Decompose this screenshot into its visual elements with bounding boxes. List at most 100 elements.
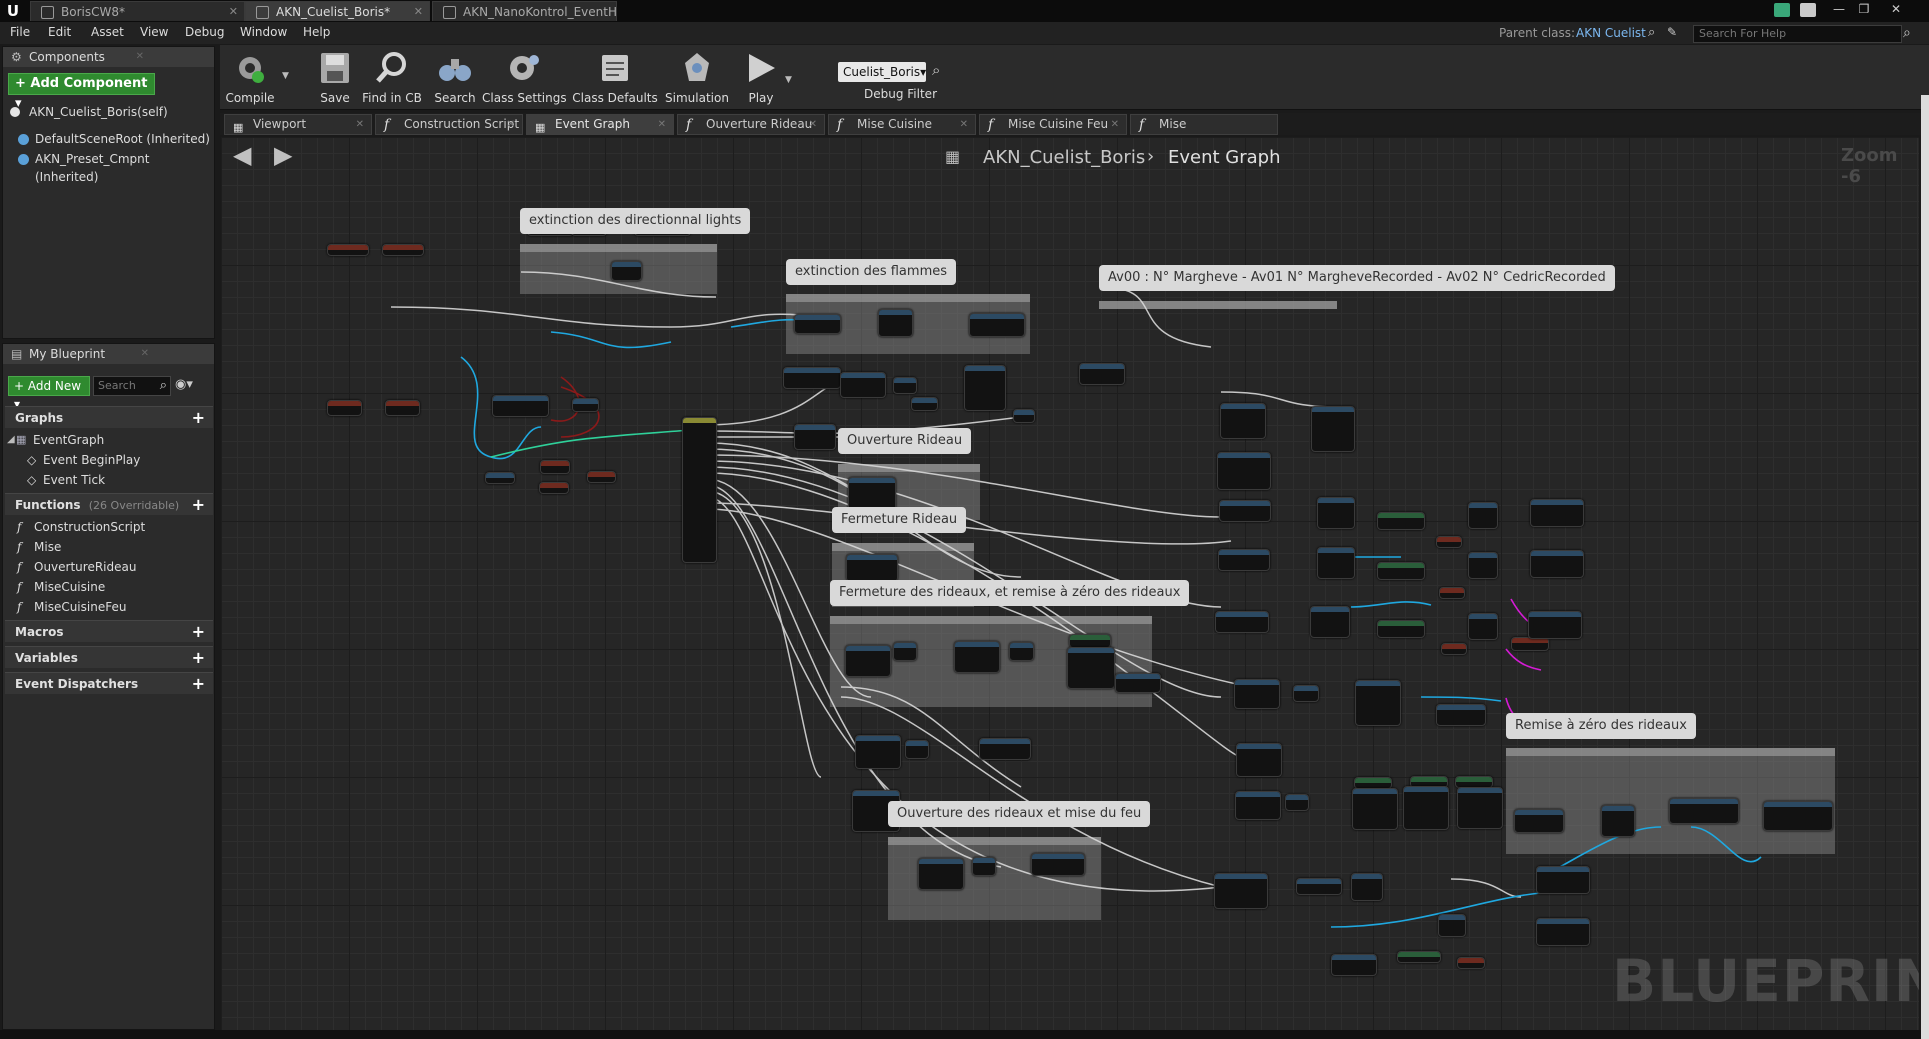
graph-node[interactable] xyxy=(1317,547,1355,579)
compile-options-arrow-icon[interactable]: ▼ xyxy=(282,71,289,81)
graph-node[interactable] xyxy=(855,735,901,769)
graph-node[interactable] xyxy=(1438,914,1466,937)
add-macro-icon[interactable]: + xyxy=(192,621,205,643)
graph-node[interactable] xyxy=(918,858,964,890)
graph-node[interactable] xyxy=(611,261,642,281)
menu-window[interactable]: Window xyxy=(240,25,287,39)
close-icon[interactable]: ✕ xyxy=(507,115,515,134)
add-new-button[interactable]: + Add New ▾ xyxy=(8,376,90,411)
menu-debug[interactable]: Debug xyxy=(185,25,224,39)
parent-class-link[interactable]: AKN Cuelist xyxy=(1576,26,1646,40)
menu-asset[interactable]: Asset xyxy=(91,25,124,39)
graph-node[interactable] xyxy=(1031,853,1085,876)
graph-node[interactable] xyxy=(1601,805,1635,837)
learn-icon[interactable] xyxy=(1800,3,1816,17)
tab-ouverture-rideau[interactable]: f Ouverture Rideau ✕ xyxy=(677,114,825,135)
graph-node[interactable] xyxy=(1285,794,1309,811)
debug-filter-select[interactable]: Cuelist_Boris▾ xyxy=(838,62,926,82)
component-defaultsceneroot[interactable]: DefaultSceneRoot (Inherited) xyxy=(3,130,214,148)
graph-node[interactable] xyxy=(783,367,841,389)
comment-bubble[interactable]: Ouverture Rideau xyxy=(838,428,972,454)
graph-node[interactable] xyxy=(893,377,917,394)
function-item[interactable]: f Mise xyxy=(3,538,214,556)
graph-node[interactable] xyxy=(1468,613,1498,640)
function-item[interactable]: f MiseCuisine xyxy=(3,578,214,596)
graph-node[interactable] xyxy=(840,372,886,398)
graph-node[interactable] xyxy=(848,477,896,511)
comment-bubble[interactable]: Fermeture Rideau xyxy=(832,507,967,533)
graph-node[interactable] xyxy=(1536,918,1590,946)
add-dispatcher-icon[interactable]: + xyxy=(192,673,205,695)
menu-file[interactable]: File xyxy=(10,25,30,39)
graph-node[interactable] xyxy=(1530,550,1584,578)
graph-node[interactable] xyxy=(1293,685,1319,702)
graph-node[interactable] xyxy=(1528,611,1582,639)
graph-node[interactable] xyxy=(1331,954,1377,976)
graph-node[interactable] xyxy=(1115,673,1161,693)
graph-node[interactable] xyxy=(954,641,1000,673)
graph-node[interactable] xyxy=(1218,549,1270,571)
graph-node[interactable] xyxy=(1069,634,1111,648)
comment-bubble[interactable]: Ouverture des rideaux et mise du feu xyxy=(888,801,1151,827)
graph-node[interactable] xyxy=(1311,406,1355,452)
close-window-icon[interactable]: ✕ xyxy=(1885,0,1907,18)
graph-node[interactable] xyxy=(382,244,424,256)
tab-construction-script[interactable]: f Construction Script ✕ xyxy=(375,114,523,135)
graph-node[interactable] xyxy=(964,365,1006,411)
close-icon[interactable]: ✕ xyxy=(658,115,666,134)
graph-node[interactable] xyxy=(911,397,938,411)
graph-node[interactable] xyxy=(1441,643,1467,655)
search-button[interactable]: Search xyxy=(431,47,479,107)
comment-bubble[interactable]: Fermeture des rideaux, et remise à zéro … xyxy=(830,580,1190,606)
graph-node[interactable] xyxy=(1351,873,1383,901)
graph-node[interactable] xyxy=(1669,798,1739,824)
graph-node[interactable] xyxy=(1457,957,1485,969)
close-icon[interactable]: ✕ xyxy=(229,2,238,22)
graph-node[interactable] xyxy=(1536,866,1590,894)
graph-node[interactable] xyxy=(846,554,898,582)
graph-node[interactable] xyxy=(1511,637,1549,651)
graph-node[interactable] xyxy=(1236,743,1282,777)
add-component-button[interactable]: + Add Component ▾ xyxy=(8,73,155,111)
comment-bubble[interactable]: extinction des directionnal lights xyxy=(520,208,751,234)
graph-node[interactable] xyxy=(540,460,570,474)
graph-node[interactable] xyxy=(794,424,836,450)
edit-parent-icon[interactable]: ✎ xyxy=(1667,25,1677,39)
function-item[interactable]: f MiseCuisineFeu xyxy=(3,598,214,616)
simulation-button[interactable]: Simulation xyxy=(665,47,729,107)
close-icon[interactable]: ✕ xyxy=(809,115,817,134)
components-tab[interactable]: ⚙ Components ✕ xyxy=(3,47,214,67)
graph-node[interactable] xyxy=(539,482,569,494)
sequence-node[interactable] xyxy=(682,417,717,563)
component-self[interactable]: AKN_Cuelist_Boris(self) xyxy=(3,103,214,121)
graph-node[interactable] xyxy=(1215,611,1269,633)
graph-node[interactable] xyxy=(893,642,917,661)
graph-node[interactable] xyxy=(1214,873,1268,909)
graph-node[interactable] xyxy=(1219,500,1271,522)
class-defaults-button[interactable]: Class Defaults xyxy=(572,47,658,107)
graph-node[interactable] xyxy=(327,400,362,416)
graph-node[interactable] xyxy=(1220,403,1266,439)
blueprint-search-input[interactable]: Search ⌕ xyxy=(93,376,171,396)
debug-search-icon[interactable]: ⌕ xyxy=(932,61,940,79)
graph-node[interactable] xyxy=(327,244,369,256)
play-options-arrow-icon[interactable]: ▼ xyxy=(785,75,792,85)
close-icon[interactable]: ✕ xyxy=(136,47,144,67)
graph-node[interactable] xyxy=(1013,409,1035,423)
variables-section-header[interactable]: Variables + xyxy=(5,646,213,668)
graph-node[interactable] xyxy=(1317,497,1355,529)
graph-node[interactable] xyxy=(972,857,996,876)
graph-node[interactable] xyxy=(572,398,599,412)
tab-mise-cuisine-feu[interactable]: f Mise Cuisine Feu ✕ xyxy=(979,114,1127,135)
tab-mise-cuisine[interactable]: f Mise Cuisine ✕ xyxy=(828,114,976,135)
graph-node[interactable] xyxy=(1436,704,1486,726)
add-variable-icon[interactable]: + xyxy=(192,647,205,669)
graph-node[interactable] xyxy=(1468,502,1498,529)
event-beginplay-item[interactable]: ◇ Event BeginPlay xyxy=(3,451,214,469)
macros-section-header[interactable]: Macros + xyxy=(5,620,213,642)
comment-bubble[interactable]: Av00 : N° Margheve - Av01 N° MargheveRec… xyxy=(1099,265,1615,291)
graph-node[interactable] xyxy=(1377,512,1425,530)
graph-node[interactable] xyxy=(1530,499,1584,527)
close-icon[interactable]: ✕ xyxy=(141,344,149,364)
function-item[interactable]: f ConstructionScript xyxy=(3,518,214,536)
